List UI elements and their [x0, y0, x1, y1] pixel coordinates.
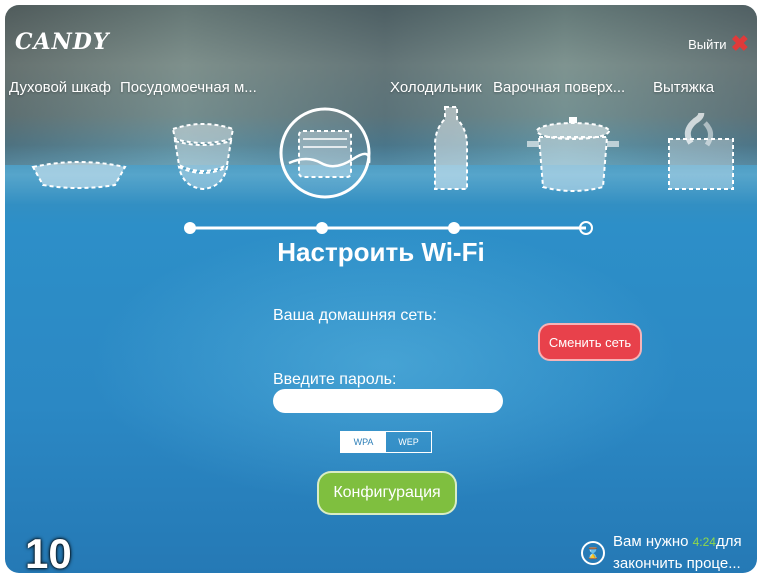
category-dishwasher[interactable] [165, 117, 241, 193]
category-fridge[interactable] [433, 105, 469, 193]
candy-logo: CANDY [15, 29, 110, 55]
cooking-pot-icon [527, 117, 619, 192]
timer-prefix: Вам нужно [613, 533, 693, 550]
progress-step-3 [448, 222, 460, 234]
page-title: Настроить Wi-Fi [277, 237, 485, 267]
kitchen-background [5, 5, 757, 165]
exit-button[interactable]: Выйти ✖ [688, 31, 749, 56]
category-hood[interactable] [665, 106, 737, 193]
category-hob[interactable] [525, 115, 621, 195]
progress-track [184, 221, 593, 235]
step-number: 10 [25, 530, 72, 574]
category-washer-selected[interactable] [277, 105, 373, 201]
password-label: Введите пароль: [273, 371, 397, 388]
change-network-button[interactable]: Сменить сеть [538, 323, 642, 361]
washing-machine-icon [279, 107, 371, 199]
bottle-icon [434, 106, 468, 190]
timer-line-1: Вам нужно 4:24для [613, 531, 757, 553]
timer-text: Вам нужно 4:24для закончить проце... [613, 531, 757, 573]
app-screen: CANDY Выйти ✖ Духовой шкаф Посудомоечная… [5, 5, 757, 573]
category-label-hob[interactable]: Варочная поверх... [493, 79, 625, 96]
password-field[interactable] [273, 389, 503, 413]
timer-line-2: закончить проце... [613, 555, 741, 572]
configure-button[interactable]: Конфигурация [317, 471, 457, 515]
category-label-fridge[interactable]: Холодильник [390, 79, 482, 96]
home-network-label: Ваша домашняя сеть: [273, 307, 437, 324]
category-label-dishwasher[interactable]: Посудомоечная м... [120, 79, 257, 96]
stacked-bowls-icon [171, 123, 235, 191]
close-icon: ✖ [730, 31, 749, 56]
security-option-wpa[interactable]: WPA [341, 432, 386, 452]
progress-step-1 [184, 222, 196, 234]
category-label-oven[interactable]: Духовой шкаф [9, 79, 111, 96]
hourglass-icon: ⌛ [581, 541, 605, 565]
progress-step-2 [316, 222, 328, 234]
timer-value: 4:24 [692, 535, 716, 549]
exit-label: Выйти [688, 36, 727, 52]
steam-hood-icon [668, 106, 734, 190]
category-oven[interactable] [29, 153, 129, 193]
category-label-hood[interactable]: Вытяжка [653, 79, 714, 96]
timer-suffix: для [715, 533, 742, 550]
baking-dish-icon [31, 161, 127, 189]
security-type-toggle[interactable]: WPA WEP [340, 431, 432, 453]
security-option-wep[interactable]: WEP [386, 432, 431, 452]
